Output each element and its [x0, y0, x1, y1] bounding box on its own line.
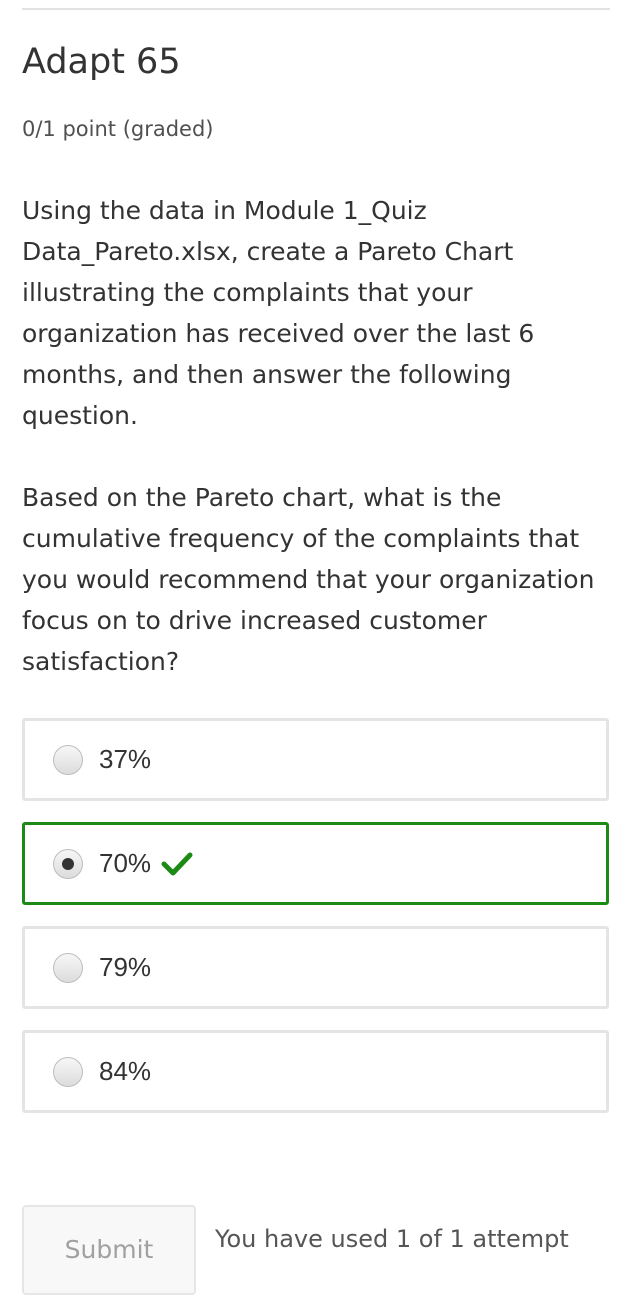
submit-button[interactable]: Submit	[22, 1205, 196, 1295]
choice-option-79[interactable]: 79%	[22, 926, 609, 1009]
checkmark-icon	[161, 851, 193, 877]
question-paragraph-1: Using the data in Module 1_Quiz Data_Par…	[22, 196, 535, 430]
question-paragraph-2: Based on the Pareto chart, what is the c…	[22, 483, 595, 676]
problem-progress: 0/1 point (graded)	[22, 117, 214, 141]
choice-option-84[interactable]: 84%	[22, 1030, 609, 1113]
choice-label: 37%	[99, 744, 152, 774]
choice-label: 70%	[99, 848, 152, 878]
attempts-status: You have used 1 of 1 attempt	[215, 1225, 569, 1253]
top-divider	[22, 8, 610, 10]
radio-button[interactable]	[53, 744, 83, 775]
answer-choices: 37% 70% 79% 84%	[22, 718, 609, 1134]
choice-option-70[interactable]: 70%	[22, 822, 609, 905]
choice-label: 84%	[99, 1056, 152, 1086]
problem-title: Adapt 65	[22, 42, 181, 82]
choice-option-37[interactable]: 37%	[22, 718, 609, 801]
radio-button[interactable]	[53, 1056, 83, 1087]
radio-button[interactable]	[53, 952, 83, 983]
choice-label: 79%	[99, 952, 152, 982]
radio-button-selected[interactable]	[53, 848, 83, 879]
